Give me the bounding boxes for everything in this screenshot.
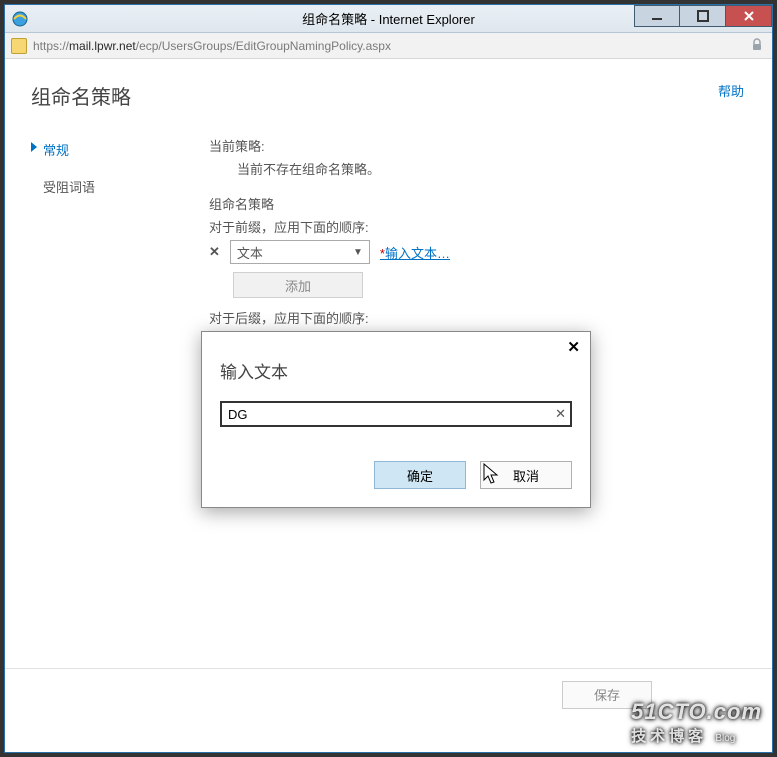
sidebar-item-label: 受阻词语: [43, 180, 95, 195]
lock-icon: [750, 38, 764, 52]
save-button[interactable]: 保存: [562, 681, 652, 709]
minimize-button[interactable]: [634, 5, 680, 27]
sidebar-item-label: 常规: [43, 143, 69, 158]
url-path: /ecp/UsersGroups/EditGroupNamingPolicy.a…: [136, 39, 391, 53]
sidebar-item-general[interactable]: 常规: [31, 136, 181, 163]
url-text: https://mail.lpwr.net/ecp/UsersGroups/Ed…: [33, 39, 391, 53]
window-titlebar: 组命名策略 - Internet Explorer: [5, 5, 772, 33]
remove-prefix-icon[interactable]: ✕: [209, 244, 220, 260]
sidebar-item-blocked-words[interactable]: 受阻词语: [31, 173, 181, 200]
add-button[interactable]: 添加: [233, 272, 363, 298]
sidebar: 常规 受阻词语: [31, 136, 181, 331]
dialog-ok-button[interactable]: 确定: [374, 461, 466, 489]
dialog-cancel-button[interactable]: 取消: [480, 461, 572, 489]
current-policy-value: 当前不存在组命名策略。: [209, 159, 746, 178]
dialog-close-icon[interactable]: ✕: [567, 338, 580, 356]
page-title: 组命名策略: [31, 81, 746, 110]
enter-text-link-label: 输入文本…: [385, 246, 450, 261]
address-bar[interactable]: https://mail.lpwr.net/ecp/UsersGroups/Ed…: [5, 33, 772, 59]
chevron-down-icon: ▼: [353, 247, 363, 258]
suffix-order-label: 对于后缀，应用下面的顺序:: [209, 308, 746, 327]
help-link[interactable]: 帮助: [718, 81, 744, 100]
prefix-type-dropdown[interactable]: 文本 ▼: [230, 240, 370, 264]
window-title: 组命名策略 - Internet Explorer: [302, 9, 475, 28]
dropdown-value: 文本: [237, 243, 263, 262]
dialog-title: 输入文本: [220, 358, 572, 383]
url-protocol: https://: [33, 39, 69, 53]
enter-text-dialog: ✕ 输入文本 ✕ 确定 取消: [201, 331, 591, 508]
prefix-order-label: 对于前缀，应用下面的顺序:: [209, 217, 746, 236]
page-icon: [11, 38, 27, 54]
dialog-text-input[interactable]: [220, 401, 572, 427]
watermark-bottom: 技术博客: [631, 728, 707, 745]
policy-section-label: 组命名策略: [209, 194, 746, 213]
footer-bar: 保存: [5, 668, 772, 720]
enter-text-link[interactable]: *输入文本…: [380, 243, 450, 262]
close-button[interactable]: [726, 5, 772, 27]
watermark-tag: Blog: [715, 733, 735, 744]
url-host: mail.lpwr.net: [69, 39, 136, 53]
input-clear-icon[interactable]: ✕: [555, 406, 566, 422]
ie-icon: [11, 10, 29, 28]
current-policy-label: 当前策略:: [209, 136, 746, 155]
maximize-button[interactable]: [680, 5, 726, 27]
